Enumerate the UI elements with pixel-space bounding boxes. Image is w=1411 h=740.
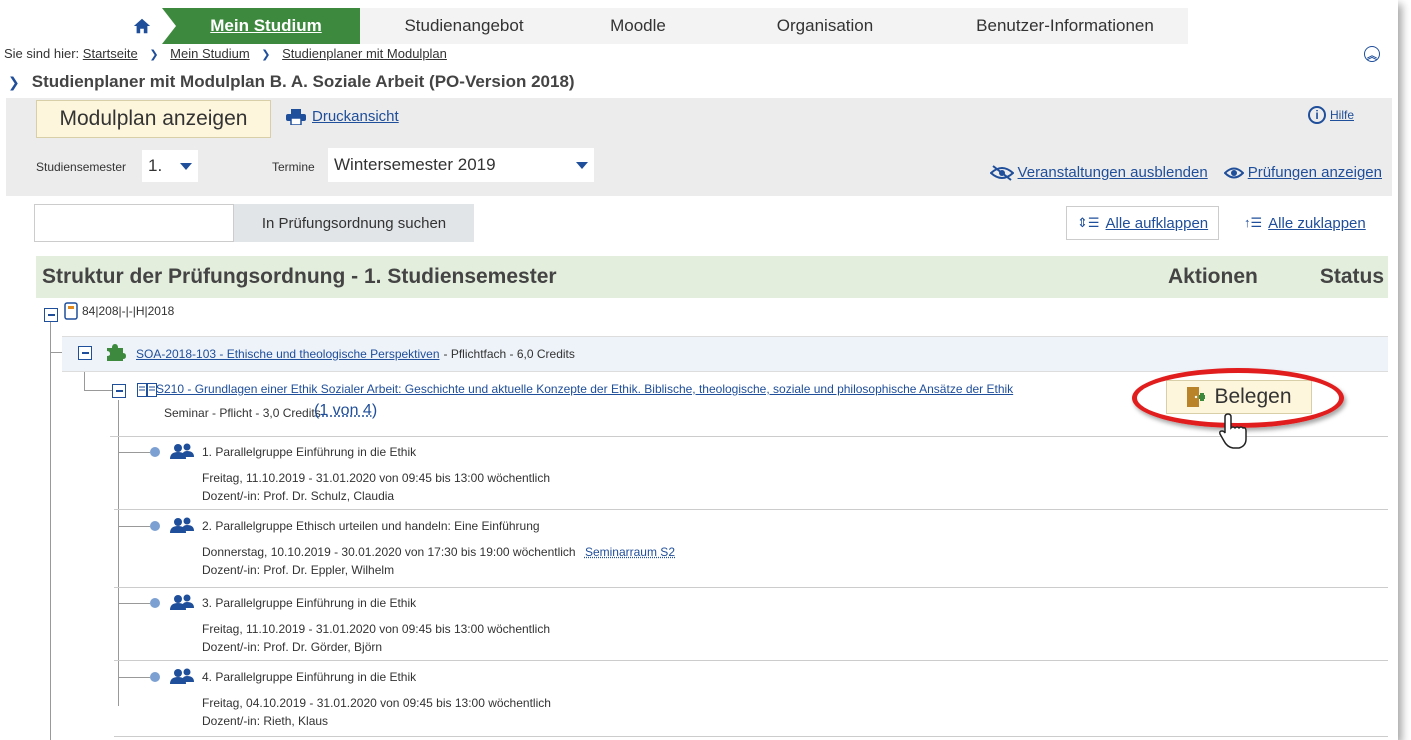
module-row: SOA-2018-103 - Ethische und theologische… xyxy=(62,336,1388,372)
group-users-icon xyxy=(170,517,194,533)
view-toggles: Veranstaltungen ausblenden Prüfungen anz… xyxy=(989,164,1382,181)
group-schedule: Donnerstag, 10.10.2019 - 30.01.2020 von … xyxy=(202,545,576,559)
seminar-link[interactable]: S210 - Grundlagen einer Ethik Sozialer A… xyxy=(156,382,1013,396)
module-link[interactable]: SOA-2018-103 - Ethische und theologische… xyxy=(136,347,440,361)
root-label: 84|208|-|-|H|2018 xyxy=(82,304,175,318)
seminar-meta: Seminar - Pflicht - 3,0 Credits xyxy=(164,406,321,420)
group-title: 2. Parallelgruppe Ethisch urteilen und h… xyxy=(202,519,540,533)
app-window: Mein Studium Studienangebot Moodle Organ… xyxy=(0,0,1398,740)
parallelgroup-item: 2. Parallelgruppe Ethisch urteilen und h… xyxy=(114,511,1388,588)
tree-line xyxy=(50,318,51,740)
pruefungsordnung-search-input[interactable] xyxy=(34,204,234,242)
structure-header: Struktur der Prüfungsordnung - 1. Studie… xyxy=(36,256,1388,298)
alle-aufklappen-button[interactable]: ⇕☰ Alle aufklappen xyxy=(1066,206,1220,240)
group-schedule: Freitag, 11.10.2019 - 31.01.2020 von 09:… xyxy=(202,471,551,485)
eye-icon xyxy=(1223,167,1244,178)
main-navigation: Mein Studium Studienangebot Moodle Organ… xyxy=(122,8,1188,44)
pruefungen-anzeigen-label[interactable]: Prüfungen anzeigen xyxy=(1248,164,1382,181)
druckansicht-label[interactable]: Druckansicht xyxy=(312,108,399,125)
info-icon: i xyxy=(1307,106,1326,124)
modulplan-anzeigen-button[interactable]: Modulplan anzeigen xyxy=(36,100,271,138)
chevron-down-icon xyxy=(180,162,192,170)
group-lecturer: Dozent/-in: Prof. Dr. Eppler, Wilhelm xyxy=(202,563,395,577)
panel-sidebar xyxy=(6,98,26,196)
nav-tab-studienangebot[interactable]: Studienangebot xyxy=(360,8,568,44)
alle-zuklappen-label[interactable]: Alle zuklappen xyxy=(1268,215,1366,232)
collapse-header-icon[interactable]: ︽ xyxy=(1364,46,1380,62)
hilfe-link[interactable]: i Hilfe xyxy=(1307,106,1354,124)
group-users-icon xyxy=(170,668,194,684)
nav-tab-moodle[interactable]: Moodle xyxy=(568,8,708,44)
nav-tab-benutzer-informationen[interactable]: Benutzer-Informationen xyxy=(942,8,1188,44)
printer-icon xyxy=(286,108,306,125)
bullet-dot-icon xyxy=(150,598,160,608)
tree-toggle-seminar[interactable] xyxy=(112,384,126,398)
group-schedule: Freitag, 11.10.2019 - 31.01.2020 von 09:… xyxy=(202,622,551,636)
studiensemester-value: 1. xyxy=(148,156,163,175)
page-title: ❯ Studienplaner mit Modulplan B. A. Sozi… xyxy=(8,72,575,92)
group-lecturer: Dozent/-in: Prof. Dr. Schulz, Claudia xyxy=(202,489,395,503)
column-aktionen: Aktionen xyxy=(1168,265,1258,288)
group-users-icon xyxy=(170,443,194,459)
breadcrumb-separator-icon: ❯ xyxy=(149,49,159,61)
termine-value: Wintersemester 2019 xyxy=(334,155,496,174)
parallelgroup-item: 4. Parallelgruppe Einführung in die Ethi… xyxy=(114,662,1388,737)
breadcrumb-separator-icon: ❯ xyxy=(261,49,271,61)
collapse-list-icon: ↑☰ xyxy=(1244,215,1263,230)
group-schedule: Freitag, 04.10.2019 - 31.01.2020 von 09:… xyxy=(202,696,551,710)
veranstaltungen-ausblenden-label[interactable]: Veranstaltungen ausblenden xyxy=(1018,164,1208,181)
group-room-link[interactable]: Seminarraum S2 xyxy=(585,545,675,559)
expand-list-icon: ⇕☰ xyxy=(1077,215,1100,230)
alle-zuklappen-button[interactable]: ↑☰ Alle zuklappen xyxy=(1244,206,1366,240)
breadcrumb: Sie sind hier: Startseite ❯ Mein Studium… xyxy=(4,46,447,61)
puzzle-icon xyxy=(107,344,126,361)
group-title: 1. Parallelgruppe Einführung in die Ethi… xyxy=(202,445,417,459)
module-meta: - Pflichtfach - 6,0 Credits xyxy=(443,347,575,361)
chevron-down-icon xyxy=(576,161,588,169)
eye-slash-icon xyxy=(989,164,1014,181)
hilfe-label[interactable]: Hilfe xyxy=(1330,108,1354,122)
parallelgroup-item: 1. Parallelgruppe Einführung in die Ethi… xyxy=(114,437,1388,510)
column-status: Status xyxy=(1319,265,1384,288)
breadcrumb-prefix: Sie sind hier: xyxy=(4,46,80,61)
bullet-dot-icon xyxy=(150,672,160,682)
pruefungsordnung-search-button[interactable]: In Prüfungsordnung suchen xyxy=(234,204,474,242)
termine-select[interactable]: Wintersemester 2019 xyxy=(328,148,594,182)
nav-tabs: Studienangebot Moodle Organisation Benut… xyxy=(360,8,1188,44)
tree-root: 84|208|-|-|H|2018 xyxy=(64,302,174,320)
alle-aufklappen-label[interactable]: Alle aufklappen xyxy=(1106,215,1209,232)
termine-label: Termine xyxy=(272,160,315,174)
book-icon xyxy=(137,383,157,397)
group-title: 4. Parallelgruppe Einführung in die Ethi… xyxy=(202,670,417,684)
group-lecturer: Dozent/-in: Rieth, Klaus xyxy=(202,714,329,728)
nav-tab-mein-studium[interactable]: Mein Studium xyxy=(162,8,360,44)
studiensemester-label: Studiensemester xyxy=(36,160,127,174)
breadcrumb-startseite[interactable]: Startseite xyxy=(83,46,138,61)
filter-panel: Modulplan anzeigen Druckansicht i Hilfe … xyxy=(26,98,1392,196)
breadcrumb-mein-studium[interactable]: Mein Studium xyxy=(170,46,249,61)
druckansicht-link[interactable]: Druckansicht xyxy=(286,108,399,125)
nav-tab-organisation[interactable]: Organisation xyxy=(708,8,942,44)
group-title: 3. Parallelgruppe Einführung in die Ethi… xyxy=(202,596,417,610)
expand-chevron-icon[interactable]: ❯ xyxy=(8,74,20,91)
pruefungen-anzeigen-link[interactable]: Prüfungen anzeigen xyxy=(1223,164,1382,181)
breadcrumb-studienplaner[interactable]: Studienplaner mit Modulplan xyxy=(282,46,447,61)
seminar-group-count[interactable]: (1 von 4) xyxy=(314,402,377,420)
group-lecturer: Dozent/-in: Prof. Dr. Görder, Björn xyxy=(202,640,383,654)
group-schedule-line: Donnerstag, 10.10.2019 - 30.01.2020 von … xyxy=(202,545,675,559)
document-icon xyxy=(64,302,78,320)
bullet-dot-icon xyxy=(150,447,160,457)
veranstaltungen-ausblenden-link[interactable]: Veranstaltungen ausblenden xyxy=(989,164,1208,181)
group-users-icon xyxy=(170,594,194,610)
page-title-text: Studienplaner mit Modulplan B. A. Sozial… xyxy=(31,72,575,91)
home-icon xyxy=(133,18,151,34)
bullet-dot-icon xyxy=(150,521,160,531)
home-button[interactable] xyxy=(122,8,162,44)
parallelgroup-item: 3. Parallelgruppe Einführung in die Ethi… xyxy=(114,588,1388,661)
tree-toggle-root[interactable] xyxy=(44,308,58,322)
tree-toggle-module[interactable] xyxy=(78,346,92,360)
studiensemester-select[interactable]: 1. xyxy=(142,150,198,182)
